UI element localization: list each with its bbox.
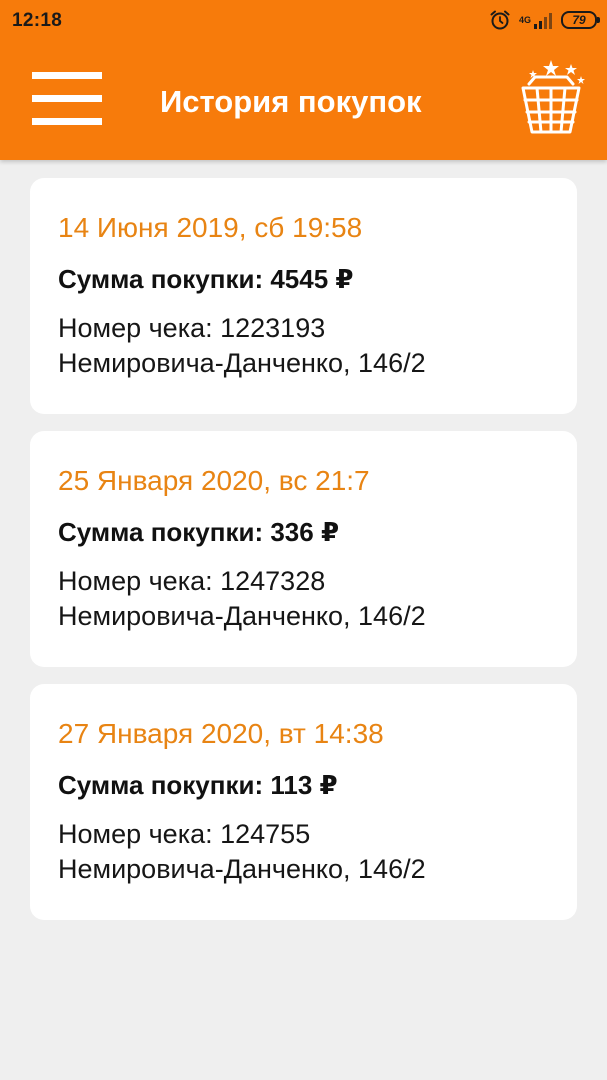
battery-tip [597, 17, 600, 23]
purchase-card[interactable]: 14 Июня 2019, сб 19:58 Сумма покупки: 45… [30, 178, 577, 414]
shopping-basket-stars-icon[interactable] [515, 58, 587, 138]
purchase-date: 14 Июня 2019, сб 19:58 [58, 212, 363, 243]
store-address: Немировича-Данченко, 146/2 [58, 854, 426, 884]
status-time: 12:18 [12, 10, 63, 31]
purchase-date: 27 Января 2020, вт 14:38 [58, 718, 384, 749]
network-type-label: 4G [518, 14, 531, 25]
alarm-clock-icon [490, 10, 510, 30]
app-bar: 12:18 4G 79 История покупок [0, 0, 607, 160]
store-address: Немировича-Данченко, 146/2 [58, 601, 426, 631]
purchase-sum: Сумма покупки: 4545 ₽ [58, 264, 354, 294]
store-address: Немировича-Данченко, 146/2 [58, 348, 426, 378]
receipt-number: Номер чека: 124755 [58, 819, 311, 849]
purchase-date: 25 Января 2020, вс 21:7 [58, 465, 370, 496]
battery-icon: 79 [561, 11, 600, 29]
hamburger-menu-icon[interactable] [32, 72, 102, 126]
purchase-card[interactable]: 27 Января 2020, вт 14:38 Сумма покупки: … [30, 684, 577, 920]
purchase-list: 14 Июня 2019, сб 19:58 Сумма покупки: 45… [30, 178, 577, 937]
battery-level: 79 [572, 13, 586, 27]
status-icons: 4G 79 [489, 9, 600, 31]
receipt-number: Номер чека: 1247328 [58, 566, 326, 596]
status-bar: 12:18 4G 79 [0, 0, 607, 40]
receipt-number: Номер чека: 1223193 [58, 313, 326, 343]
purchase-card[interactable]: 25 Января 2020, вс 21:7 Сумма покупки: 3… [30, 431, 577, 667]
purchase-sum: Сумма покупки: 336 ₽ [58, 517, 340, 547]
purchase-sum: Сумма покупки: 113 ₽ [58, 770, 338, 800]
cell-signal-icon [534, 13, 552, 29]
page-title: История покупок [160, 84, 422, 119]
